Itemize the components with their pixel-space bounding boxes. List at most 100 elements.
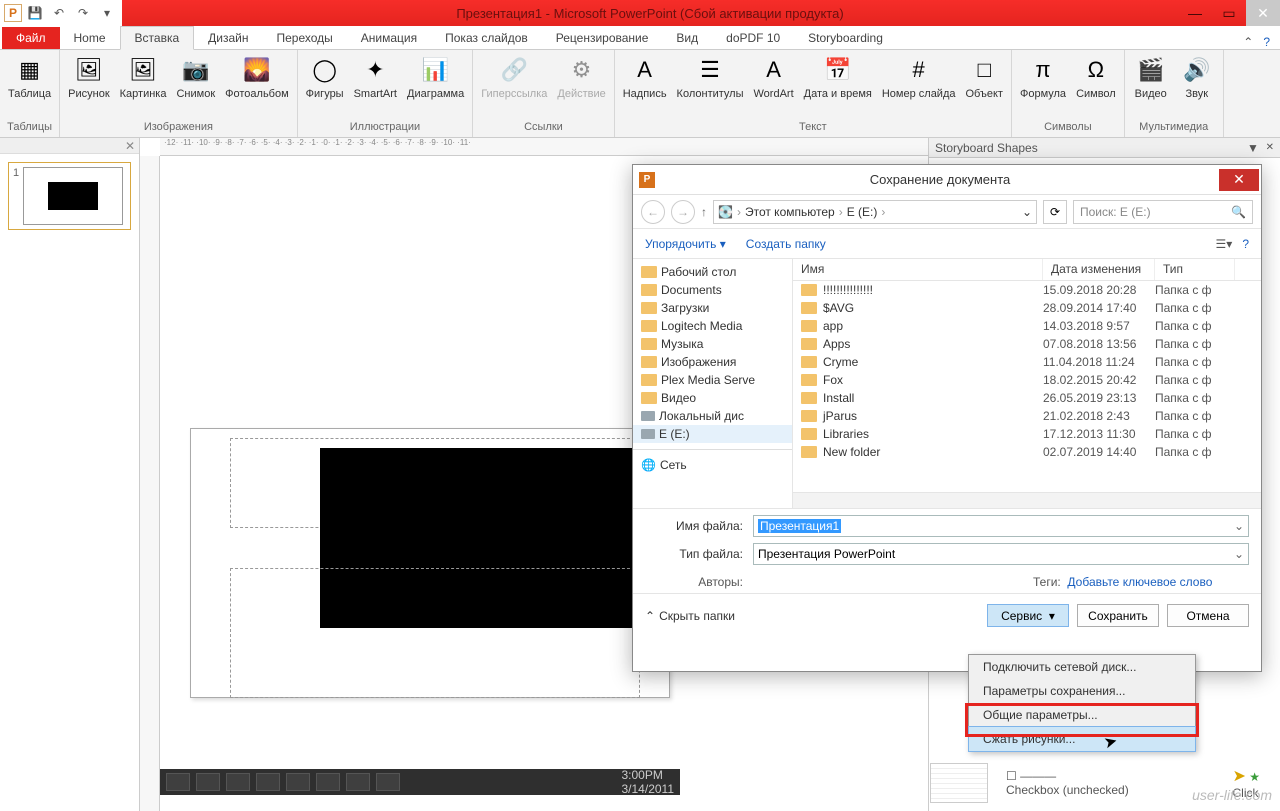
save-button[interactable]: Сохранить <box>1077 604 1159 627</box>
col-type[interactable]: Тип <box>1155 259 1235 280</box>
tab-review[interactable]: Рецензирование <box>542 27 663 49</box>
slide-thumbnail-1[interactable]: 1 <box>8 162 131 230</box>
redo-icon[interactable]: ↷ <box>72 2 94 24</box>
file-row[interactable]: Apps07.08.2018 13:56Папка с ф <box>793 335 1261 353</box>
taskbar-item[interactable] <box>226 773 250 791</box>
new-folder-button[interactable]: Создать папку <box>746 237 826 251</box>
authors-input[interactable] <box>753 575 873 589</box>
file-row[interactable]: Cryme11.04.2018 11:24Папка с ф <box>793 353 1261 371</box>
filetype-dropdown-icon[interactable]: ⌄ <box>1234 547 1244 561</box>
cursor-shape-icon[interactable]: ➤ <box>1232 768 1245 785</box>
menu-compress-pictures[interactable]: Сжать рисунки... <box>968 726 1196 752</box>
taskbar-item[interactable] <box>316 773 340 791</box>
file-row[interactable]: Install26.05.2019 23:13Папка с ф <box>793 389 1261 407</box>
taskbar-item[interactable] <box>346 773 370 791</box>
tree-item[interactable]: E (E:) <box>633 425 792 443</box>
ribbon-button[interactable]: AWordArt <box>752 52 796 102</box>
address-bar[interactable]: 💽 › Этот компьютер › E (E:) › ⌄ <box>713 200 1037 224</box>
file-row[interactable]: New folder02.07.2019 14:40Папка с ф <box>793 443 1261 461</box>
tree-item[interactable]: Рабочий стол <box>633 263 792 281</box>
horizontal-scrollbar[interactable] <box>793 492 1261 508</box>
ribbon-button[interactable]: 🖼Рисунок <box>66 52 112 102</box>
crumb-computer[interactable]: Этот компьютер <box>745 205 835 219</box>
col-date[interactable]: Дата изменения <box>1043 259 1155 280</box>
file-row[interactable]: jParus21.02.2018 2:43Папка с ф <box>793 407 1261 425</box>
tree-item[interactable]: Plex Media Serve <box>633 371 792 389</box>
tab-dopdf[interactable]: doPDF 10 <box>712 27 794 49</box>
tree-item[interactable]: Видео <box>633 389 792 407</box>
filename-input[interactable]: Презентация1 ⌄ <box>753 515 1249 537</box>
ribbon-button[interactable]: 🌄Фотоальбом <box>223 52 291 102</box>
ribbon-button[interactable]: 📷Снимок <box>174 52 217 102</box>
ribbon-button[interactable]: ☰Колонтитулы <box>675 52 746 102</box>
file-row[interactable]: app14.03.2018 9:57Папка с ф <box>793 317 1261 335</box>
tree-item[interactable]: Музыка <box>633 335 792 353</box>
tree-item[interactable]: Загрузки <box>633 299 792 317</box>
dialog-close-button[interactable]: ✕ <box>1219 169 1259 191</box>
ribbon-button[interactable]: 📊Диаграмма <box>405 52 466 102</box>
file-row[interactable]: Fox18.02.2015 20:42Папка с ф <box>793 371 1261 389</box>
address-dropdown-icon[interactable]: ⌄ <box>1022 205 1032 219</box>
organize-button[interactable]: Упорядочить ▾ <box>645 237 726 251</box>
save-icon[interactable]: 💾 <box>24 2 46 24</box>
menu-general-options[interactable]: Общие параметры... <box>969 703 1195 727</box>
ribbon-button[interactable]: 🖼Картинка <box>118 52 169 102</box>
tab-view[interactable]: Вид <box>662 27 712 49</box>
taskbar-item[interactable] <box>376 773 400 791</box>
pane-close-icon[interactable]: ✕ <box>1266 142 1274 153</box>
undo-icon[interactable]: ↶ <box>48 2 70 24</box>
taskbar-item[interactable] <box>286 773 310 791</box>
ribbon-button[interactable]: #Номер слайда <box>880 52 958 102</box>
ribbon-button[interactable]: 🎬Видео <box>1131 52 1171 102</box>
tab-slideshow[interactable]: Показ слайдов <box>431 27 542 49</box>
nav-back-button[interactable]: ← <box>641 200 665 224</box>
menu-map-drive[interactable]: Подключить сетевой диск... <box>969 655 1195 679</box>
search-input[interactable]: Поиск: E (E:) 🔍 <box>1073 200 1253 224</box>
taskbar-item[interactable] <box>256 773 280 791</box>
refresh-button[interactable]: ⟳ <box>1043 200 1067 224</box>
close-button[interactable]: ✕ <box>1246 0 1280 26</box>
ribbon-button[interactable]: πФормула <box>1018 52 1068 102</box>
ribbon-button[interactable]: ◯Фигуры <box>304 52 346 102</box>
file-row[interactable]: !!!!!!!!!!!!!!!15.09.2018 20:28Папка с ф <box>793 281 1261 299</box>
ribbon-button[interactable]: ▦Таблица <box>6 52 53 102</box>
maximize-button[interactable]: ▭ <box>1212 0 1246 26</box>
tree-item[interactable]: Изображения <box>633 353 792 371</box>
ribbon-button[interactable]: 📅Дата и время <box>802 52 874 102</box>
file-row[interactable]: $AVG28.09.2014 17:40Папка с ф <box>793 299 1261 317</box>
tree-item[interactable]: Logitech Media <box>633 317 792 335</box>
ribbon-button[interactable]: □Объект <box>964 52 1005 102</box>
pane-dropdown-icon[interactable]: ▼ <box>1247 141 1259 155</box>
taskbar-item[interactable] <box>196 773 220 791</box>
menu-save-options[interactable]: Параметры сохранения... <box>969 679 1195 703</box>
filename-dropdown-icon[interactable]: ⌄ <box>1234 519 1244 533</box>
minimize-button[interactable]: — <box>1178 0 1212 26</box>
tree-network[interactable]: 🌐Сеть <box>633 456 792 474</box>
filetype-select[interactable]: Презентация PowerPoint ⌄ <box>753 543 1249 565</box>
calendar-shape[interactable] <box>930 763 988 803</box>
tree-item[interactable]: Documents <box>633 281 792 299</box>
thumb-close-icon[interactable]: ✕ <box>125 139 135 153</box>
nav-forward-button[interactable]: → <box>671 200 695 224</box>
crumb-e-drive[interactable]: E (E:) <box>847 205 878 219</box>
taskbar-start-icon[interactable] <box>166 773 190 791</box>
tree-item[interactable]: Локальный дис <box>633 407 792 425</box>
tab-transitions[interactable]: Переходы <box>262 27 346 49</box>
col-name[interactable]: Имя <box>793 259 1043 280</box>
service-button[interactable]: Сервис ▾ <box>987 604 1069 627</box>
ribbon-button[interactable]: ΩСимвол <box>1074 52 1118 102</box>
help-icon[interactable]: ? <box>1263 35 1270 49</box>
ribbon-button[interactable]: AНадпись <box>621 52 669 102</box>
file-tab[interactable]: Файл <box>2 27 60 49</box>
cancel-button[interactable]: Отмена <box>1167 604 1249 627</box>
tags-add-link[interactable]: Добавьте ключевое слово <box>1067 575 1212 589</box>
ribbon-collapse-icon[interactable]: ⌃ <box>1243 35 1253 49</box>
tab-home[interactable]: Home <box>60 27 120 49</box>
tab-insert[interactable]: Вставка <box>120 26 195 50</box>
tab-design[interactable]: Дизайн <box>194 27 262 49</box>
tab-storyboarding[interactable]: Storyboarding <box>794 27 897 49</box>
qat-more-icon[interactable]: ▾ <box>96 2 118 24</box>
ribbon-button[interactable]: ✦SmartArt <box>352 52 399 102</box>
view-options-icon[interactable]: ☰▾ <box>1216 237 1233 251</box>
dialog-help-icon[interactable]: ? <box>1242 237 1249 251</box>
